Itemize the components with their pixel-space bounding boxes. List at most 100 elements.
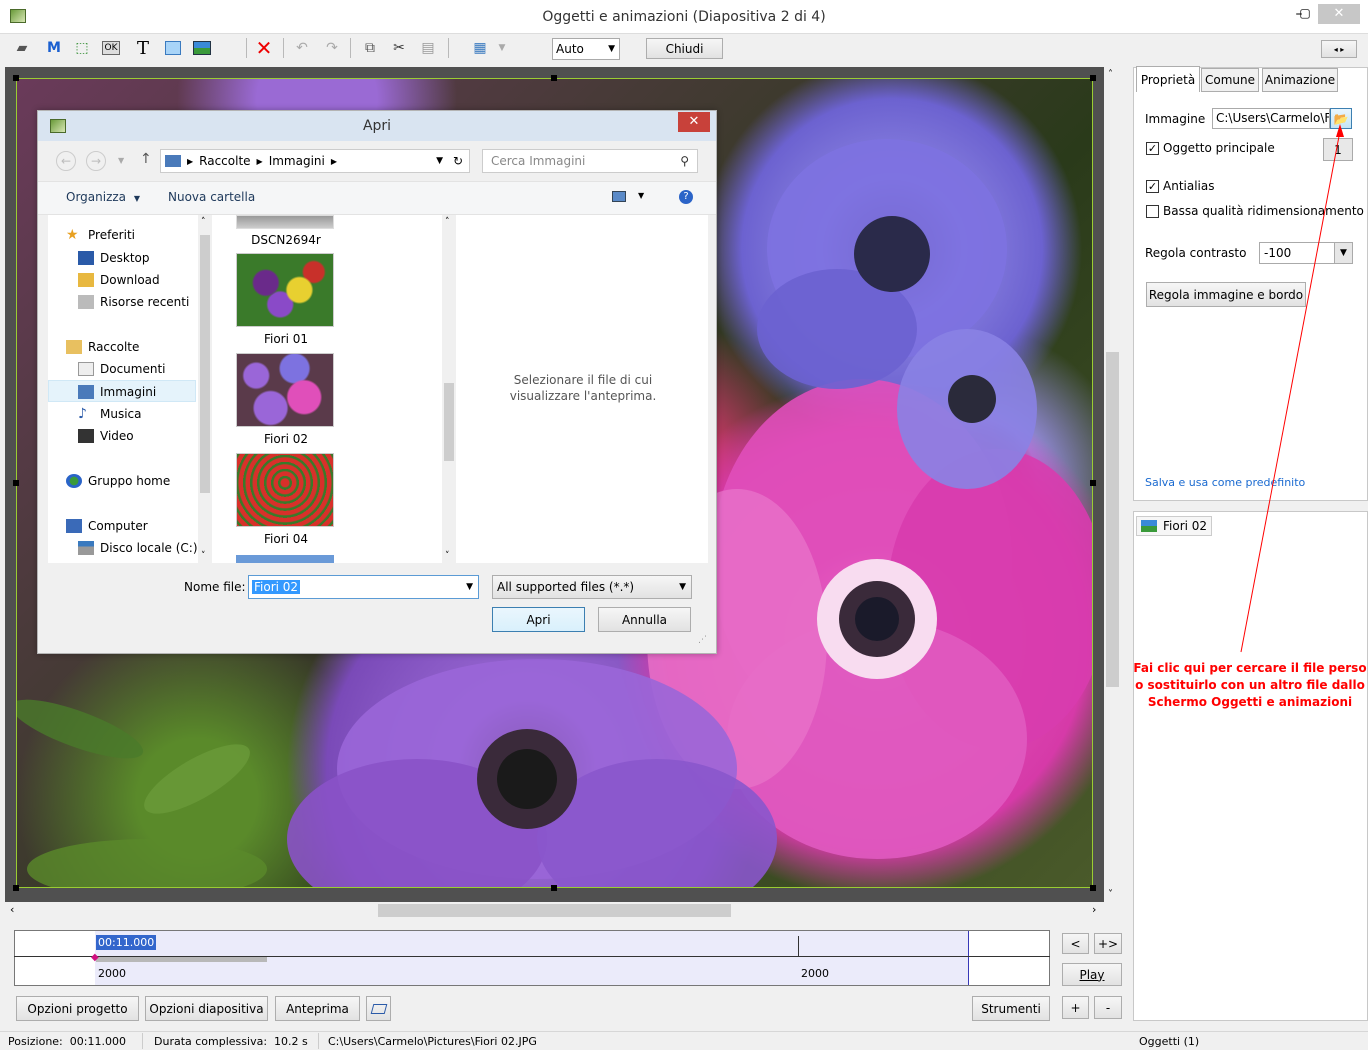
search-icon[interactable]: ⚲ [680, 154, 689, 168]
panel-toggle-button[interactable]: ◂ ▸ [1321, 40, 1357, 58]
resize-handle-tr[interactable] [1090, 75, 1096, 81]
grid-dropdown-icon[interactable]: ▼ [492, 38, 512, 58]
scroll-down-icon[interactable]: ˅ [1108, 889, 1113, 900]
vertical-scroll-thumb[interactable] [1106, 352, 1119, 687]
scroll-up-icon[interactable]: ˄ [445, 217, 450, 227]
nav-computer[interactable]: Computer [66, 515, 148, 537]
file-thumbnail-fiori02[interactable] [236, 353, 334, 427]
close-window-button[interactable]: ✕ [1318, 4, 1360, 24]
file-name-dscn[interactable]: DSCN2694r [236, 233, 336, 247]
search-input[interactable]: Cerca Immagini ⚲ [482, 149, 698, 173]
resize-handle-bm[interactable] [551, 885, 557, 891]
resize-handle-bl[interactable] [13, 885, 19, 891]
scroll-left-icon[interactable]: ‹ [10, 903, 14, 916]
text-icon[interactable]: T [133, 38, 153, 59]
file-thumbnail-fiori04[interactable] [236, 453, 334, 527]
refresh-icon[interactable]: ↻ [453, 154, 463, 168]
low-quality-checkbox[interactable]: Bassa qualità ridimensionamento [1146, 204, 1364, 218]
resize-handle-tm[interactable] [551, 75, 557, 81]
nav-local-disk[interactable]: Disco locale (C:) [78, 537, 198, 559]
new-folder-button[interactable]: Nuova cartella [168, 190, 255, 204]
objects-list-item[interactable]: Fiori 02 [1136, 516, 1213, 536]
help-icon[interactable]: ? [679, 190, 693, 204]
image-path-field[interactable]: C:\Users\Carmelo\F [1212, 108, 1330, 129]
nav-homegroup[interactable]: Gruppo home [66, 470, 170, 492]
tools-button[interactable]: Strumenti [972, 996, 1050, 1021]
rectangle-icon[interactable] [163, 38, 183, 58]
project-options-button[interactable]: Opzioni progetto [16, 996, 139, 1021]
nav-download[interactable]: Download [78, 269, 160, 291]
scroll-right-icon[interactable]: › [1092, 903, 1096, 916]
redo-icon[interactable]: ↷ [322, 38, 342, 58]
nav-recent[interactable]: Risorse recenti [78, 291, 189, 313]
paste-icon[interactable]: ▤ [418, 38, 438, 58]
chevron-down-icon[interactable]: ▼ [1334, 243, 1352, 263]
cancel-button[interactable]: Annulla [598, 607, 691, 632]
address-dropdown-icon[interactable]: ▼ [436, 156, 443, 166]
nav-favorites[interactable]: ★ Preferiti [66, 224, 135, 246]
nav-scrollbar[interactable]: ˄ ˅ [198, 215, 212, 563]
resize-grip-icon[interactable]: ⋰ [698, 635, 707, 645]
horizontal-scrollbar[interactable]: ‹ › [5, 902, 1105, 919]
prev-button[interactable]: < [1062, 933, 1089, 954]
browse-image-button[interactable]: 📂 [1330, 108, 1352, 129]
copy-icon[interactable]: ⧉ [360, 38, 380, 58]
file-scroll-thumb[interactable] [444, 383, 454, 461]
forward-button[interactable]: → [86, 151, 106, 171]
nav-desktop[interactable]: Desktop [78, 247, 150, 269]
slide-options-button[interactable]: Opzioni diapositiva [145, 996, 268, 1021]
horizontal-scroll-thumb[interactable] [378, 904, 731, 917]
remove-button[interactable]: - [1094, 996, 1122, 1019]
file-thumbnail-next[interactable] [236, 555, 334, 563]
tab-common[interactable]: Comune [1201, 68, 1259, 92]
file-thumbnail-dscn[interactable] [236, 215, 334, 229]
nav-documents[interactable]: Documenti [78, 358, 166, 380]
play-button[interactable]: Play [1062, 963, 1122, 986]
image-icon[interactable] [192, 38, 212, 58]
contrast-select[interactable]: -100 ▼ [1259, 242, 1353, 264]
view-dropdown-icon[interactable]: ▼ [638, 191, 644, 200]
file-type-select[interactable]: All supported files (*.*) ▼ [492, 575, 692, 599]
open-button[interactable]: Apri [492, 607, 585, 632]
nav-scroll-thumb[interactable] [200, 235, 210, 493]
frame-icon[interactable]: ⬚ [72, 38, 92, 58]
chevron-down-icon[interactable]: ▼ [466, 582, 473, 592]
nav-pictures[interactable]: Immagini [78, 381, 156, 403]
resize-handle-ml[interactable] [13, 480, 19, 486]
adjust-image-border-button[interactable]: Regola immagine e bordo [1146, 282, 1306, 307]
breadcrumb-libraries[interactable]: Raccolte [199, 154, 250, 168]
scroll-down-icon[interactable]: ˅ [445, 551, 450, 561]
dialog-close-button[interactable]: ✕ [678, 112, 710, 132]
cut-icon[interactable]: ✂ [389, 38, 409, 58]
scroll-up-icon[interactable]: ˄ [201, 217, 206, 227]
undo-icon[interactable]: ↶ [292, 38, 312, 58]
address-bar[interactable]: ▶ Raccolte ▶ Immagini ▶ ▼ ↻ [160, 149, 470, 173]
file-name-fiori02[interactable]: Fiori 02 [236, 432, 336, 446]
scroll-down-icon[interactable]: ˅ [201, 551, 206, 561]
file-name-fiori01[interactable]: Fiori 01 [236, 332, 336, 346]
maximize-button[interactable]: ▢ [1294, 6, 1316, 24]
timeline-playhead-icon[interactable]: ◆ [91, 953, 99, 963]
camera-icon[interactable]: ▰ [12, 38, 32, 58]
view-options-icon[interactable] [612, 191, 626, 202]
organize-button[interactable]: Organizza ▼ [66, 190, 140, 204]
screen-mode-button[interactable] [366, 996, 391, 1021]
preview-button[interactable]: Anteprima [275, 996, 360, 1021]
nav-music[interactable]: ♪ Musica [78, 403, 142, 425]
add-button[interactable]: + [1062, 996, 1089, 1019]
mask-icon[interactable]: M [44, 38, 64, 58]
up-button[interactable]: ↑ [140, 151, 152, 167]
tab-animation[interactable]: Animazione [1262, 68, 1338, 92]
delete-icon[interactable]: ✕ [254, 36, 274, 60]
close-button[interactable]: Chiudi [646, 38, 723, 59]
resize-handle-tl[interactable] [13, 75, 19, 81]
zoom-select[interactable]: Auto ▼ [552, 38, 620, 60]
recent-locations-icon[interactable]: ▼ [118, 156, 124, 165]
resize-handle-mr[interactable] [1090, 480, 1096, 486]
main-object-checkbox[interactable]: ✓ Oggetto principale [1146, 141, 1275, 155]
scroll-up-icon[interactable]: ˄ [1108, 69, 1113, 80]
tab-properties[interactable]: Proprietà [1136, 66, 1200, 92]
grid-icon[interactable]: ▦ [470, 38, 490, 58]
file-list-scrollbar[interactable]: ˄ ˅ [442, 215, 456, 563]
main-object-value[interactable]: 1 [1323, 138, 1353, 161]
